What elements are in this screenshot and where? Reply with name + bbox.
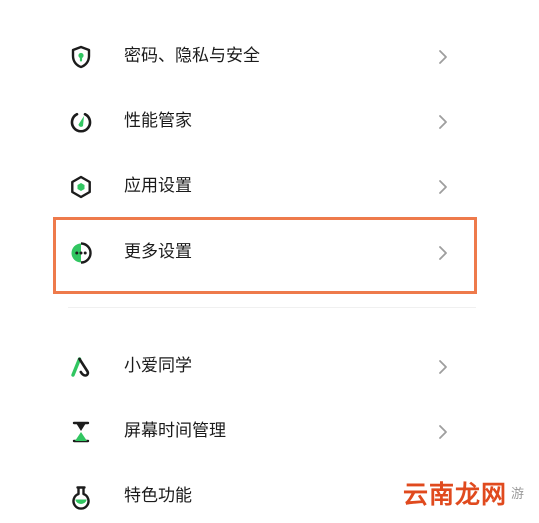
watermark-logo: 云南龙网 游	[403, 478, 535, 514]
settings-item-screen-time[interactable]: 屏幕时间管理	[0, 405, 539, 457]
settings-item-label: 性能管家	[124, 111, 192, 131]
chevron-right-icon	[439, 50, 447, 64]
watermark-text: 云南龙网	[403, 480, 508, 509]
chevron-right-icon	[439, 115, 447, 129]
settings-item-label: 密码、隐私与安全	[124, 46, 260, 66]
settings-item-label: 屏幕时间管理	[124, 421, 226, 441]
performance-gauge-icon	[70, 112, 92, 133]
hexagon-app-icon	[71, 175, 91, 199]
xiaoai-assistant-icon	[71, 357, 90, 377]
settings-item-xiaoai[interactable]: 小爱同学	[0, 340, 539, 392]
settings-item-performance[interactable]: 性能管家	[0, 95, 539, 147]
chevron-right-icon	[439, 425, 447, 439]
watermark-suffix: 游	[511, 487, 525, 502]
settings-item-privacy-security[interactable]: 密码、隐私与安全	[0, 30, 539, 82]
chevron-right-icon	[439, 180, 447, 194]
settings-item-label: 特色功能	[124, 486, 192, 506]
flask-icon	[72, 486, 90, 510]
highlight-box	[53, 217, 477, 294]
settings-item-label: 小爱同学	[124, 356, 192, 376]
settings-item-label: 应用设置	[124, 176, 192, 196]
hourglass-icon	[72, 421, 90, 443]
shield-icon	[71, 45, 91, 69]
section-divider	[68, 307, 476, 308]
chevron-right-icon	[439, 360, 447, 374]
settings-item-app-settings[interactable]: 应用设置	[0, 160, 539, 212]
